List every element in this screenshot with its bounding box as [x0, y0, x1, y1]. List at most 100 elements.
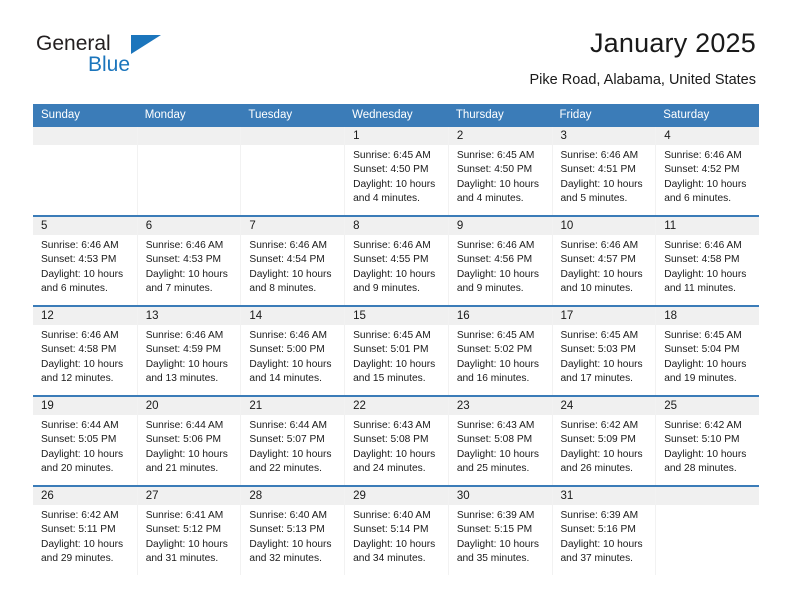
calendar-day-cell: [33, 127, 137, 216]
sunset-text: Sunset: 5:12 PM: [145, 524, 222, 536]
sunrise-text: Sunrise: 6:45 AM: [456, 330, 535, 341]
calendar-day-cell[interactable]: 24 Sunrise: 6:42 AM Sunset: 5:09 PM Dayligh…: [551, 395, 656, 486]
calendar-day-cell[interactable]: 9 Sunrise: 6:46 AM Sunset: 4:56 PM Daylight…: [447, 215, 552, 306]
calendar-day-cell[interactable]: 15 Sunrise: 6:45 AM Sunset: 5:01 PM Dayligh…: [344, 305, 448, 396]
daylight-text: Daylight: 10 hours and 5 minutes.: [560, 178, 643, 204]
calendar-day-cell[interactable]: 29 Sunrise: 6:40 AM Sunset: 5:14 PM Dayligh…: [344, 485, 448, 575]
day-cell-inner: [33, 127, 137, 215]
calendar-day-cell[interactable]: 20 Sunrise: 6:44 AM Sunset: 5:06 PM Dayligh…: [136, 395, 241, 486]
daylight-text: Daylight: 10 hours and 32 minutes.: [249, 538, 332, 564]
calendar-day-cell[interactable]: 7 Sunrise: 6:46 AM Sunset: 4:54 PM Daylight…: [240, 215, 345, 306]
daylight-text: Daylight: 10 hours and 6 minutes.: [41, 268, 124, 294]
sunrise-text: Sunrise: 6:46 AM: [560, 150, 639, 161]
daylight-text: Daylight: 10 hours and 6 minutes.: [664, 178, 747, 204]
calendar-day-cell[interactable]: 31 Sunrise: 6:39 AM Sunset: 5:16 PM Dayligh…: [551, 485, 656, 575]
day-cell-details: Sunrise: 6:40 AM Sunset: 5:14 PM Daylight:…: [345, 505, 448, 566]
calendar-day-cell[interactable]: 3 Sunrise: 6:46 AM Sunset: 4:51 PM Daylight…: [551, 127, 656, 216]
day-cell-details: Sunrise: 6:39 AM Sunset: 5:16 PM Daylight:…: [553, 505, 656, 566]
day-cell-inner: 12 Sunrise: 6:46 AM Sunset: 4:58 PM Dayligh…: [33, 307, 137, 395]
day-cell-inner: 10 Sunrise: 6:46 AM Sunset: 4:57 PM Dayligh…: [551, 217, 656, 305]
calendar-day-cell[interactable]: 19 Sunrise: 6:44 AM Sunset: 5:05 PM Dayligh…: [33, 395, 137, 486]
sunrise-text: Sunrise: 6:39 AM: [456, 510, 535, 521]
sunset-text: Sunset: 4:59 PM: [145, 344, 222, 356]
sunrise-text: Sunrise: 6:46 AM: [41, 330, 119, 341]
calendar-day-cell[interactable]: 28 Sunrise: 6:40 AM Sunset: 5:13 PM Dayligh…: [240, 485, 345, 575]
daylight-text: Daylight: 10 hours and 4 minutes.: [456, 178, 539, 204]
day-number: 25: [656, 397, 759, 415]
day-cell-inner: [655, 487, 759, 575]
day-cell-inner: 3 Sunrise: 6:46 AM Sunset: 4:51 PM Daylight…: [551, 127, 656, 215]
day-cell-inner: 13 Sunrise: 6:46 AM Sunset: 4:59 PM Dayligh…: [136, 307, 241, 395]
calendar-day-cell[interactable]: 26 Sunrise: 6:42 AM Sunset: 5:11 PM Dayligh…: [33, 485, 137, 575]
day-number: [137, 127, 241, 145]
calendar-day-cell[interactable]: 6 Sunrise: 6:46 AM Sunset: 4:53 PM Daylight…: [136, 215, 241, 306]
sunset-text: Sunset: 4:50 PM: [353, 164, 429, 176]
day-cell-inner: 1 Sunrise: 6:45 AM Sunset: 4:50 PM Daylight…: [344, 127, 448, 215]
day-number: 3: [552, 127, 656, 145]
day-cell-inner: 22 Sunrise: 6:43 AM Sunset: 5:08 PM Dayligh…: [344, 397, 448, 485]
day-cell-details: Sunrise: 6:45 AM Sunset: 5:02 PM Daylight:…: [449, 325, 552, 386]
day-cell-details: Sunrise: 6:43 AM Sunset: 5:08 PM Daylight:…: [345, 415, 448, 476]
calendar-day-cell[interactable]: 12 Sunrise: 6:46 AM Sunset: 4:58 PM Dayligh…: [33, 305, 137, 396]
daylight-text: Daylight: 10 hours and 7 minutes.: [145, 268, 228, 294]
daylight-text: Daylight: 10 hours and 34 minutes.: [353, 538, 436, 564]
day-cell-inner: 31 Sunrise: 6:39 AM Sunset: 5:16 PM Dayligh…: [551, 487, 656, 575]
day-cell-inner: 9 Sunrise: 6:46 AM Sunset: 4:56 PM Daylight…: [447, 217, 552, 305]
sunrise-text: Sunrise: 6:45 AM: [456, 150, 535, 161]
calendar-day-cell[interactable]: 30 Sunrise: 6:39 AM Sunset: 5:15 PM Dayligh…: [447, 485, 552, 575]
calendar-day-cell[interactable]: 11 Sunrise: 6:46 AM Sunset: 4:58 PM Dayligh…: [655, 215, 759, 306]
day-number: 16: [448, 307, 552, 325]
calendar-day-cell[interactable]: 1 Sunrise: 6:45 AM Sunset: 4:50 PM Daylight…: [344, 127, 448, 216]
day-number: [241, 127, 345, 145]
calendar-day-cell[interactable]: 27 Sunrise: 6:41 AM Sunset: 5:12 PM Dayligh…: [136, 485, 241, 575]
calendar-day-cell[interactable]: 2 Sunrise: 6:45 AM Sunset: 4:50 PM Daylight…: [447, 127, 552, 216]
weekday-header-thursday: Thursday: [447, 104, 552, 127]
day-cell-inner: 2 Sunrise: 6:45 AM Sunset: 4:50 PM Daylight…: [447, 127, 552, 215]
general-blue-logo: General Blue: [36, 32, 236, 88]
daylight-text: Daylight: 10 hours and 16 minutes.: [456, 358, 539, 384]
daylight-text: Daylight: 10 hours and 17 minutes.: [560, 358, 643, 384]
day-cell-details: Sunrise: 6:44 AM Sunset: 5:06 PM Daylight:…: [138, 415, 241, 476]
day-number: 24: [552, 397, 656, 415]
calendar-day-cell[interactable]: 13 Sunrise: 6:46 AM Sunset: 4:59 PM Dayligh…: [136, 305, 241, 396]
weekday-header-sunday: Sunday: [33, 104, 137, 127]
calendar-day-cell[interactable]: 10 Sunrise: 6:46 AM Sunset: 4:57 PM Dayligh…: [551, 215, 656, 306]
daylight-text: Daylight: 10 hours and 4 minutes.: [353, 178, 436, 204]
sunrise-text: Sunrise: 6:42 AM: [41, 510, 119, 521]
calendar-day-cell[interactable]: 16 Sunrise: 6:45 AM Sunset: 5:02 PM Dayligh…: [447, 305, 552, 396]
day-cell-details: Sunrise: 6:46 AM Sunset: 4:55 PM Daylight:…: [345, 235, 448, 296]
day-number: [656, 487, 759, 505]
day-cell-inner: 17 Sunrise: 6:45 AM Sunset: 5:03 PM Dayligh…: [551, 307, 656, 395]
calendar-day-cell[interactable]: 25 Sunrise: 6:42 AM Sunset: 5:10 PM Dayligh…: [655, 395, 759, 486]
calendar-day-cell[interactable]: 5 Sunrise: 6:46 AM Sunset: 4:53 PM Daylight…: [33, 215, 137, 306]
logo-text-blue: Blue: [88, 53, 131, 76]
sunrise-text: Sunrise: 6:44 AM: [41, 420, 119, 431]
calendar-day-cell[interactable]: 18 Sunrise: 6:45 AM Sunset: 5:04 PM Dayligh…: [655, 305, 759, 396]
sunset-text: Sunset: 4:52 PM: [664, 164, 740, 176]
daylight-text: Daylight: 10 hours and 9 minutes.: [456, 268, 539, 294]
day-number: 17: [552, 307, 656, 325]
day-number: 14: [241, 307, 345, 325]
day-cell-inner: 6 Sunrise: 6:46 AM Sunset: 4:53 PM Daylight…: [136, 217, 241, 305]
calendar-table: Sunday Monday Tuesday Wednesday Thursday…: [33, 104, 759, 575]
calendar-day-cell[interactable]: 23 Sunrise: 6:43 AM Sunset: 5:08 PM Dayligh…: [447, 395, 552, 486]
daylight-text: Daylight: 10 hours and 14 minutes.: [249, 358, 332, 384]
sunset-text: Sunset: 5:13 PM: [249, 524, 325, 536]
calendar-week-row: 19 Sunrise: 6:44 AM Sunset: 5:05 PM Dayligh…: [33, 395, 759, 486]
day-number: 10: [552, 217, 656, 235]
daylight-text: Daylight: 10 hours and 35 minutes.: [456, 538, 539, 564]
daylight-text: Daylight: 10 hours and 12 minutes.: [41, 358, 124, 384]
calendar-day-cell[interactable]: 14 Sunrise: 6:46 AM Sunset: 5:00 PM Dayligh…: [240, 305, 345, 396]
day-cell-details: Sunrise: 6:46 AM Sunset: 4:58 PM Daylight:…: [33, 325, 137, 386]
day-cell-inner: 11 Sunrise: 6:46 AM Sunset: 4:58 PM Dayligh…: [655, 217, 759, 305]
sunrise-text: Sunrise: 6:43 AM: [456, 420, 535, 431]
page-location: Pike Road, Alabama, United States: [529, 72, 757, 88]
calendar-day-cell[interactable]: 21 Sunrise: 6:44 AM Sunset: 5:07 PM Dayligh…: [240, 395, 345, 486]
day-number: 13: [137, 307, 241, 325]
calendar-day-cell[interactable]: 22 Sunrise: 6:43 AM Sunset: 5:08 PM Dayligh…: [344, 395, 448, 486]
sunset-text: Sunset: 5:00 PM: [249, 344, 325, 356]
calendar-day-cell[interactable]: 17 Sunrise: 6:45 AM Sunset: 5:03 PM Dayligh…: [551, 305, 656, 396]
day-cell-inner: [240, 127, 345, 215]
calendar-day-cell[interactable]: 4 Sunrise: 6:46 AM Sunset: 4:52 PM Daylight…: [655, 127, 759, 216]
calendar-day-cell[interactable]: 8 Sunrise: 6:46 AM Sunset: 4:55 PM Daylight…: [344, 215, 448, 306]
